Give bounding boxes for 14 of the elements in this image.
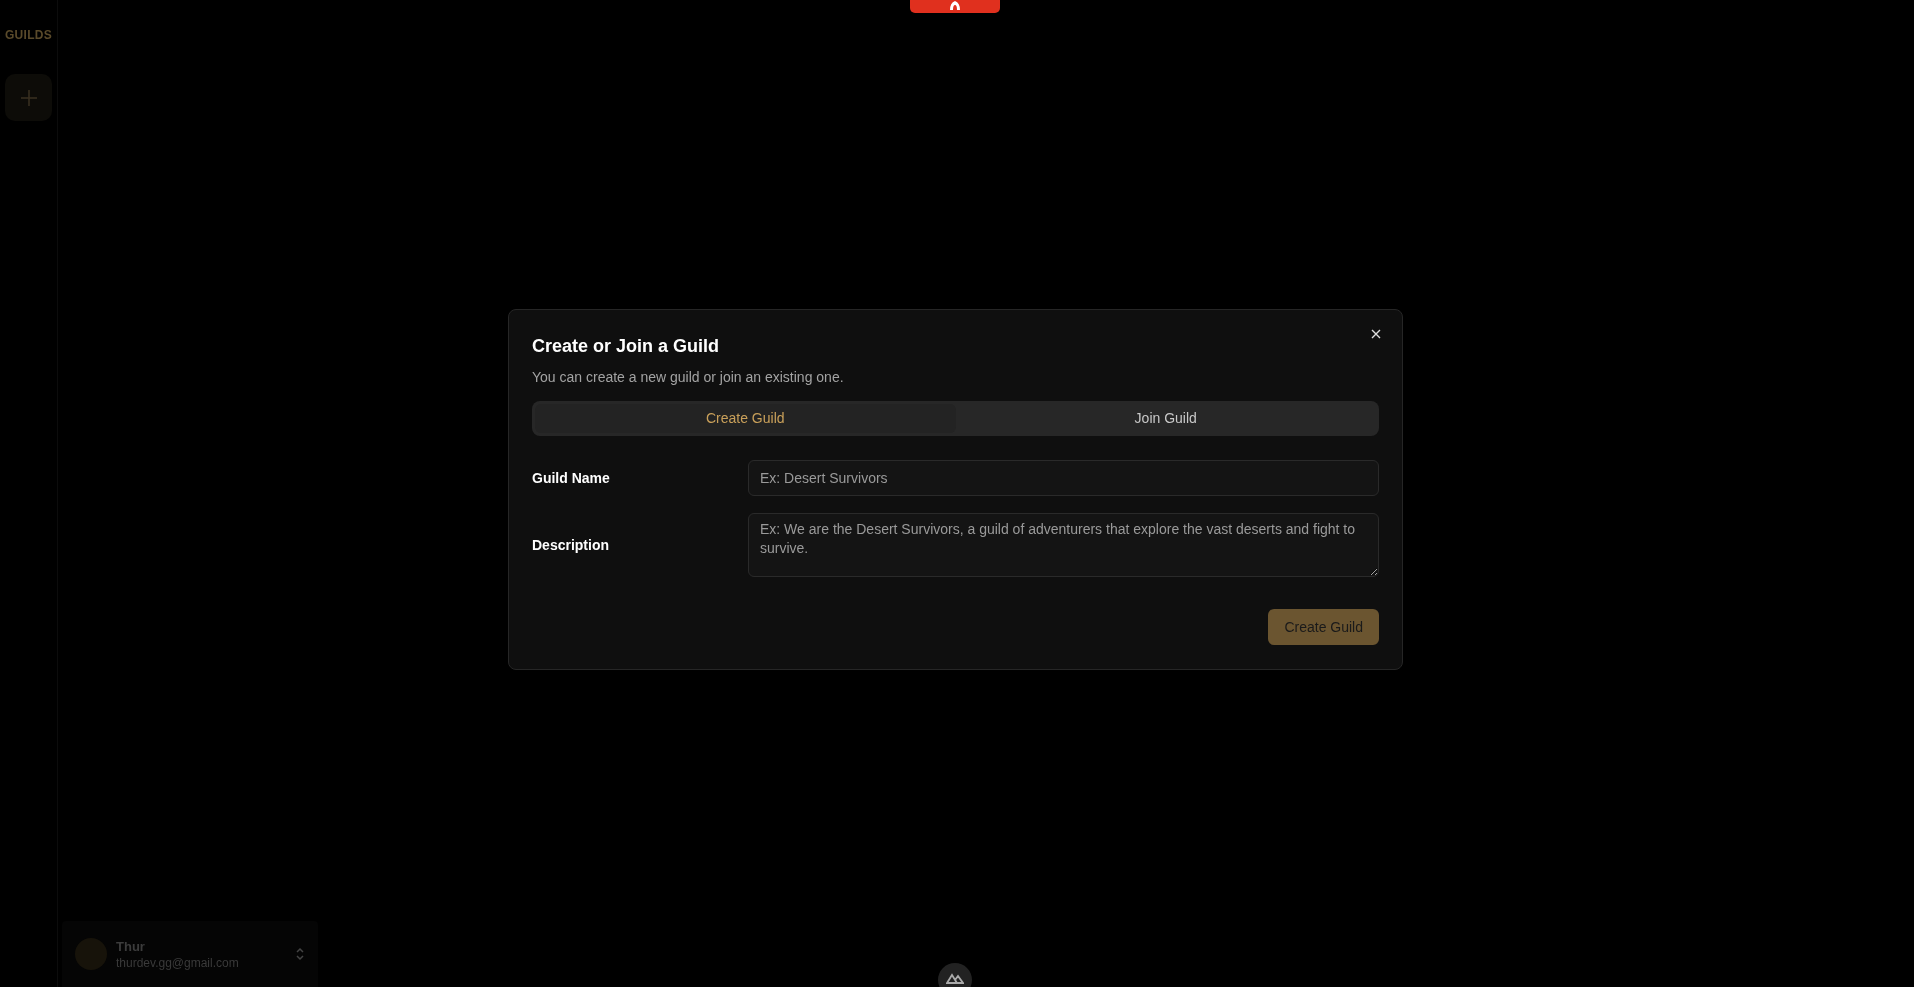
plus-icon: [19, 88, 38, 107]
tab[interactable]: Join Guild: [955, 404, 1376, 433]
devtools-button[interactable]: [938, 963, 972, 987]
mountain-icon: [946, 972, 964, 984]
description-field[interactable]: Ex: We are the Desert Survivors, a guild of adventurers that explore the vast deserts and fight to survive.: [748, 513, 1379, 577]
dialog-title: Create or Join a Guild: [532, 335, 721, 358]
tab[interactable]: Create Guild: [535, 404, 956, 433]
dialog-description: You can create a new guild or join an existing one.: [532, 368, 845, 387]
guild-name-field[interactable]: Ex: Desert Survivors: [748, 460, 1379, 496]
sidebar-heading: GUILDS: [4, 27, 53, 44]
top-tab[interactable]: [910, 0, 1000, 13]
close-icon: [1371, 329, 1381, 339]
field-label: Guild Name: [532, 468, 611, 488]
field-label: Description: [532, 535, 610, 555]
